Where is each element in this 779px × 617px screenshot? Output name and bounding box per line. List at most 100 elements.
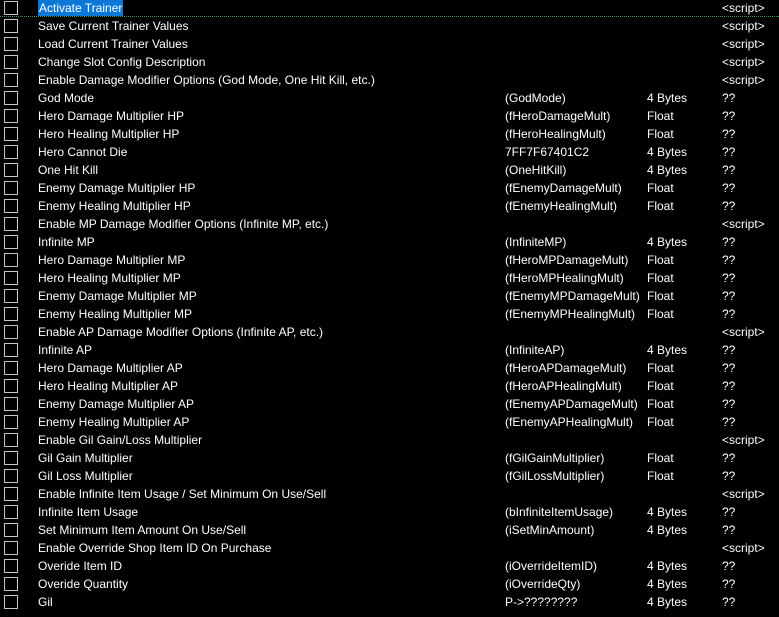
active-checkbox[interactable] <box>4 55 18 69</box>
entry-value[interactable]: ?? <box>722 125 779 143</box>
active-checkbox[interactable] <box>4 325 18 339</box>
entry-description[interactable]: Hero Damage Multiplier AP <box>38 359 498 377</box>
entry-description[interactable]: Enemy Damage Multiplier AP <box>38 395 498 413</box>
table-row[interactable]: Infinite AP (InfiniteAP) 4 Bytes?? <box>0 341 779 359</box>
entry-address[interactable]: (fHeroHealingMult) <box>505 125 643 143</box>
entry-description[interactable]: Enable Infinite Item Usage / Set Minimum… <box>38 485 498 503</box>
entry-address[interactable]: P->???????? <box>505 593 643 611</box>
entry-description[interactable]: Hero Damage Multiplier MP <box>38 251 498 269</box>
entry-value[interactable]: ?? <box>722 413 779 431</box>
active-checkbox[interactable] <box>4 91 18 105</box>
entry-description[interactable]: Hero Damage Multiplier HP <box>38 107 498 125</box>
entry-value[interactable]: <script> <box>722 323 779 341</box>
table-row[interactable]: Activate Trainer <script> <box>0 0 779 17</box>
entry-value[interactable]: <script> <box>722 0 779 17</box>
entry-type[interactable]: 4 Bytes <box>647 161 717 179</box>
entry-address[interactable] <box>505 215 643 233</box>
entry-value[interactable]: <script> <box>722 35 779 53</box>
entry-type[interactable] <box>647 0 717 17</box>
table-row[interactable]: Overide Quantity (iOverrideQty) 4 Bytes?? <box>0 575 779 593</box>
entry-type[interactable]: Float <box>647 359 717 377</box>
entry-address[interactable]: (iSetMinAmount) <box>505 521 643 539</box>
active-checkbox[interactable] <box>4 343 18 357</box>
active-checkbox[interactable] <box>4 523 18 537</box>
entry-value[interactable]: ?? <box>722 305 779 323</box>
entry-value[interactable]: ?? <box>722 521 779 539</box>
entry-description[interactable]: Load Current Trainer Values <box>38 35 498 53</box>
entry-type[interactable]: Float <box>647 179 717 197</box>
entry-address[interactable]: (fEnemyDamageMult) <box>505 179 643 197</box>
entry-description[interactable]: Enemy Healing Multiplier AP <box>38 413 498 431</box>
entry-description[interactable]: Overide Item ID <box>38 557 498 575</box>
active-checkbox[interactable] <box>4 487 18 501</box>
entry-type[interactable]: Float <box>647 107 717 125</box>
table-row[interactable]: Hero Cannot Die 7FF7F67401C2 4 Bytes?? <box>0 143 779 161</box>
table-row[interactable]: Enemy Damage Multiplier HP (fEnemyDamageM… <box>0 179 779 197</box>
entry-description[interactable]: Infinite Item Usage <box>38 503 498 521</box>
entry-address[interactable]: (fHeroDamageMult) <box>505 107 643 125</box>
entry-description[interactable]: Enable AP Damage Modifier Options (Infin… <box>38 323 498 341</box>
active-checkbox[interactable] <box>4 37 18 51</box>
active-checkbox[interactable] <box>4 235 18 249</box>
entry-description[interactable]: Enemy Damage Multiplier HP <box>38 179 498 197</box>
entry-type[interactable]: Float <box>647 197 717 215</box>
entry-value[interactable]: ?? <box>722 287 779 305</box>
entry-value[interactable]: ?? <box>722 161 779 179</box>
active-checkbox[interactable] <box>4 1 18 15</box>
table-row[interactable]: Gil Loss Multiplier (fGilLossMultiplier) F… <box>0 467 779 485</box>
entry-address[interactable]: (OneHitKill) <box>505 161 643 179</box>
entry-description[interactable]: Change Slot Config Description <box>38 53 498 71</box>
active-checkbox[interactable] <box>4 217 18 231</box>
entry-type[interactable]: 4 Bytes <box>647 233 717 251</box>
entry-description[interactable]: Activate Trainer <box>38 0 498 17</box>
entry-address[interactable]: (fHeroMPHealingMult) <box>505 269 643 287</box>
entry-type[interactable]: Float <box>647 377 717 395</box>
entry-description[interactable]: God Mode <box>38 89 498 107</box>
table-row[interactable]: Change Slot Config Description <script> <box>0 53 779 71</box>
entry-address[interactable]: (fEnemyHealingMult) <box>505 197 643 215</box>
entry-address[interactable]: (fEnemyMPDamageMult) <box>505 287 643 305</box>
entry-value[interactable]: <script> <box>722 71 779 89</box>
active-checkbox[interactable] <box>4 595 18 609</box>
entry-address[interactable]: (fEnemyAPDamageMult) <box>505 395 643 413</box>
entry-address[interactable]: (fHeroAPHealingMult) <box>505 377 643 395</box>
table-row[interactable]: Hero Healing Multiplier MP (fHeroMPHealin… <box>0 269 779 287</box>
entry-type[interactable] <box>647 539 717 557</box>
active-checkbox[interactable] <box>4 559 18 573</box>
entry-type[interactable]: Float <box>647 395 717 413</box>
active-checkbox[interactable] <box>4 253 18 267</box>
table-row[interactable]: Hero Damage Multiplier MP (fHeroMPDamageM… <box>0 251 779 269</box>
entry-type[interactable] <box>647 17 717 35</box>
entry-value[interactable]: ?? <box>722 89 779 107</box>
entry-type[interactable]: 4 Bytes <box>647 557 717 575</box>
entry-address[interactable]: (InfiniteAP) <box>505 341 643 359</box>
active-checkbox[interactable] <box>4 541 18 555</box>
entry-value[interactable]: ?? <box>722 359 779 377</box>
active-checkbox[interactable] <box>4 199 18 213</box>
entry-description[interactable]: Enemy Healing Multiplier MP <box>38 305 498 323</box>
entry-type[interactable]: Float <box>647 125 717 143</box>
active-checkbox[interactable] <box>4 163 18 177</box>
table-row[interactable]: Enemy Healing Multiplier AP (fEnemyAPHeal… <box>0 413 779 431</box>
entry-description[interactable]: Set Minimum Item Amount On Use/Sell <box>38 521 498 539</box>
entry-value[interactable]: <script> <box>722 539 779 557</box>
entry-value[interactable]: <script> <box>722 17 779 35</box>
active-checkbox[interactable] <box>4 109 18 123</box>
entry-address[interactable]: (fEnemyMPHealingMult) <box>505 305 643 323</box>
table-row[interactable]: Enemy Healing Multiplier HP (fEnemyHealin… <box>0 197 779 215</box>
entry-value[interactable]: ?? <box>722 107 779 125</box>
entry-description[interactable]: Hero Healing Multiplier HP <box>38 125 498 143</box>
entry-value[interactable]: <script> <box>722 215 779 233</box>
entry-type[interactable]: 4 Bytes <box>647 521 717 539</box>
active-checkbox[interactable] <box>4 415 18 429</box>
entry-type[interactable]: 4 Bytes <box>647 341 717 359</box>
entry-value[interactable]: ?? <box>722 449 779 467</box>
active-checkbox[interactable] <box>4 397 18 411</box>
entry-description[interactable]: Hero Cannot Die <box>38 143 498 161</box>
entry-type[interactable] <box>647 71 717 89</box>
table-row[interactable]: Overide Item ID (iOverrideItemID) 4 Bytes?… <box>0 557 779 575</box>
entry-value[interactable]: <script> <box>722 485 779 503</box>
entry-address[interactable]: (bInfiniteItemUsage) <box>505 503 643 521</box>
active-checkbox[interactable] <box>4 433 18 447</box>
entry-description[interactable]: Overide Quantity <box>38 575 498 593</box>
